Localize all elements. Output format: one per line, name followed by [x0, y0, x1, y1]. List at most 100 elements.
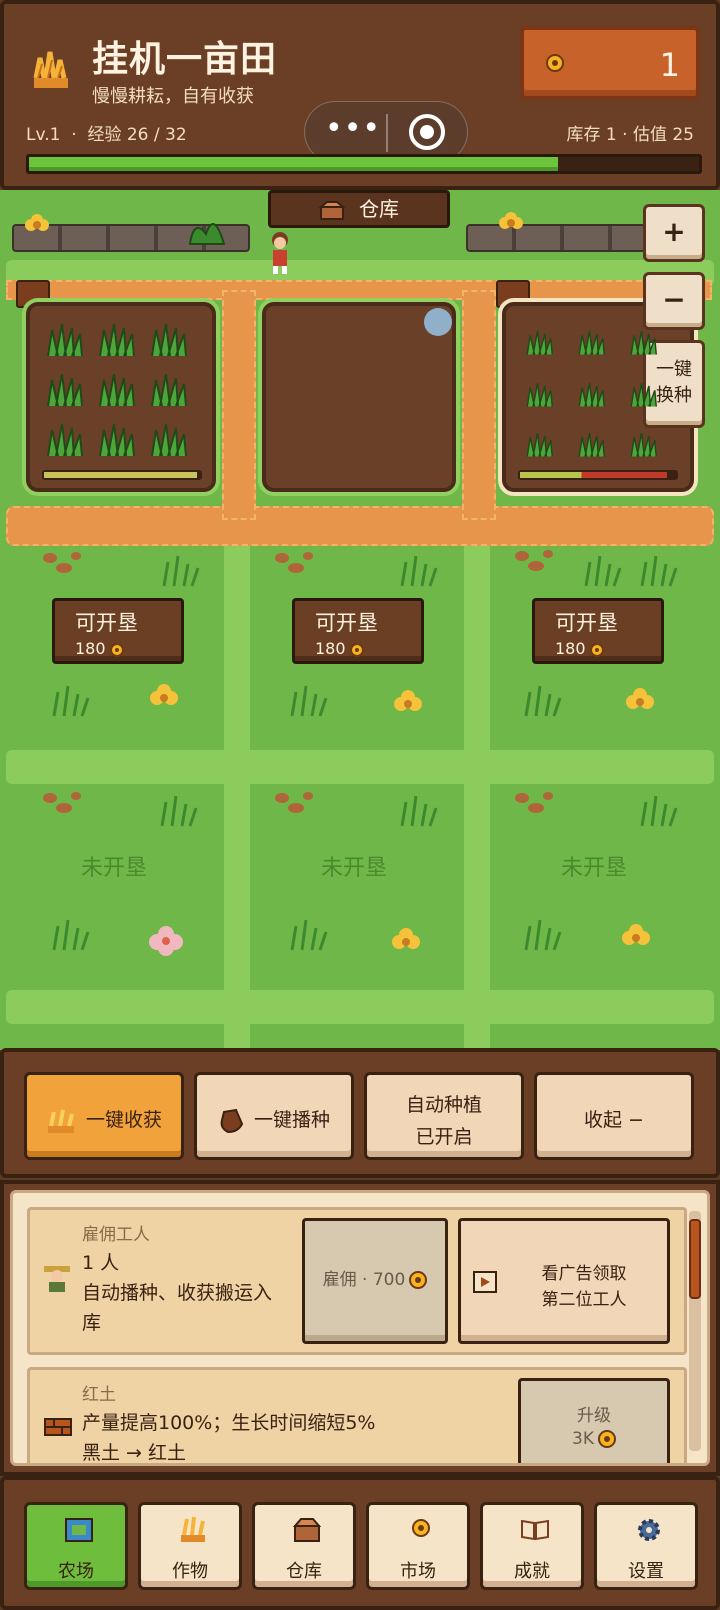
- crop-sprout-icon: [47, 423, 83, 457]
- coin-icon: [109, 642, 124, 657]
- soil-card: 红土 产量提高100%；生长时间缩短5% 黑土 → 红土 升级 3K: [27, 1367, 687, 1463]
- rocks-icon: [515, 792, 553, 813]
- plot-3-growth-fill: [520, 472, 667, 478]
- zoom-in-button[interactable]: +: [643, 204, 705, 262]
- farmer-character-icon[interactable]: [266, 230, 294, 276]
- grass-tuft-icon: [640, 795, 678, 827]
- box-icon: [318, 200, 346, 220]
- locked-plot-1-label[interactable]: 未开垦: [14, 850, 214, 882]
- crop-sprout-icon: [99, 423, 135, 457]
- nav-crops-label: 作物: [172, 1561, 208, 1582]
- grass-path-vertical-1: [224, 520, 250, 1050]
- level-and-xp: Lv.1 · 经验 26 / 32: [26, 125, 187, 145]
- stone-wall-right: [466, 224, 646, 252]
- yellow-flower-icon: [499, 212, 523, 229]
- panel-scrollbar[interactable]: [689, 1211, 701, 1451]
- auto-plant-toggle[interactable]: 自动种植 已开启: [364, 1072, 524, 1160]
- upgrade-panel-scroll[interactable]: 雇佣工人 1 人 自动播种、收获搬运入 库 雇佣 · 700 看广告领取 第二位…: [10, 1190, 710, 1466]
- cultivate-sign-2[interactable]: 可开垦 180: [292, 598, 424, 664]
- flower-icon: [392, 928, 420, 949]
- cultivate-sign-2-price: 180: [315, 639, 364, 658]
- hire-worker-button[interactable]: 雇佣 · 700: [302, 1218, 448, 1344]
- nav-settings-label: 设置: [628, 1561, 664, 1582]
- worker-desc-1: 自动播种、收获搬运入: [82, 1282, 273, 1304]
- grass-tuft-icon: [290, 685, 328, 717]
- farm-field[interactable]: 仓库 + − 一键 换种 可开垦 180 可开垦 180 可开垦 180 未开垦…: [0, 190, 720, 1050]
- crop-sprout-icon: [151, 373, 187, 407]
- coin-count: 1: [659, 46, 680, 84]
- upgrade-panel: 雇佣工人 1 人 自动播种、收获搬运入 库 雇佣 · 700 看广告领取 第二位…: [0, 1180, 720, 1476]
- nav-market[interactable]: 市场: [366, 1502, 470, 1590]
- rocks-icon: [43, 552, 81, 573]
- coin-icon: [412, 1519, 430, 1537]
- top-header: 挂机一亩田 慢慢耕耘，自有收获 1 Lv.1 · 经验 26 / 32 库存 1…: [0, 0, 720, 190]
- nav-crops[interactable]: 作物: [138, 1502, 242, 1590]
- grass-tuft-icon: [162, 555, 200, 587]
- locked-plot-3-label[interactable]: 未开垦: [494, 850, 694, 882]
- plot-1-growth-fill: [44, 472, 197, 478]
- cultivate-sign-2-label: 可开垦: [315, 611, 378, 635]
- seed-bag-icon: [220, 1108, 244, 1133]
- grass-tuft-icon: [160, 795, 198, 827]
- collapse-button[interactable]: 收起 −: [534, 1072, 694, 1160]
- worker-count: 1 人: [82, 1252, 120, 1274]
- rocks-icon: [275, 792, 313, 813]
- upgrade-soil-button[interactable]: 升级 3K: [518, 1378, 670, 1463]
- grass-tuft-icon: [400, 555, 438, 587]
- watch-ad-worker-button[interactable]: 看广告领取 第二位工人: [458, 1218, 670, 1344]
- panel-scroll-thumb[interactable]: [689, 1219, 701, 1299]
- collapse-label: 收起 −: [584, 1109, 644, 1131]
- nav-achievements[interactable]: 成就: [480, 1502, 584, 1590]
- locked-plot-2-label[interactable]: 未开垦: [254, 850, 454, 882]
- crop-sprout-icon: [578, 330, 605, 355]
- upgrade-soil-label: 升级: [577, 1406, 611, 1426]
- coin-icon: [589, 642, 604, 657]
- grass-path-horizontal-1: [6, 750, 714, 784]
- nav-settings[interactable]: 设置: [594, 1502, 698, 1590]
- nav-warehouse[interactable]: 仓库: [252, 1502, 356, 1590]
- video-play-icon: [473, 1271, 497, 1293]
- touch-indicator: [424, 308, 452, 336]
- coin-icon: [349, 642, 364, 657]
- crop-sprout-icon: [526, 330, 553, 355]
- action-bar: 一键收获 一键播种 自动种植 已开启 收起 −: [0, 1048, 720, 1178]
- rocks-icon: [43, 792, 81, 813]
- worker-card: 雇佣工人 1 人 自动播种、收获搬运入 库 雇佣 · 700 看广告领取 第二位…: [27, 1207, 687, 1355]
- hire-worker-label: 雇佣 · 700: [322, 1270, 406, 1290]
- zoom-out-button[interactable]: −: [643, 272, 705, 330]
- grass-tuft-icon: [524, 685, 562, 717]
- harvest-all-button[interactable]: 一键收获: [24, 1072, 184, 1160]
- cultivate-sign-3[interactable]: 可开垦 180: [532, 598, 664, 664]
- grass-path-vertical-2: [464, 520, 490, 1050]
- coin-icon: [546, 54, 564, 72]
- map-icon: [65, 1518, 93, 1542]
- coin-icon: [597, 1430, 616, 1448]
- flower-icon: [394, 690, 422, 711]
- leafy-plant-icon: [188, 223, 226, 245]
- more-menu-icon[interactable]: •••: [325, 114, 381, 150]
- watch-ad-line1: 看广告领取: [541, 1264, 627, 1284]
- box-icon: [292, 1518, 322, 1542]
- crop-sprout-icon: [630, 432, 657, 457]
- crop-sprout-icon: [578, 432, 605, 457]
- nav-farm-label: 农场: [58, 1561, 94, 1582]
- coin-balance[interactable]: 1: [520, 26, 700, 100]
- nav-achievements-label: 成就: [514, 1561, 550, 1582]
- crop-sprout-icon: [526, 382, 553, 407]
- brick-soil-icon: [44, 1418, 72, 1436]
- plot-1-growth-bar: [42, 470, 202, 480]
- nav-farm[interactable]: 农场: [24, 1502, 128, 1590]
- soil-desc: 产量提高100%；生长时间缩短5%: [82, 1412, 376, 1434]
- crop-sprout-icon: [578, 382, 605, 407]
- cultivate-sign-1-price: 180: [75, 639, 124, 658]
- crop-sprout-icon: [47, 373, 83, 407]
- crop-sprout-icon: [630, 330, 657, 355]
- warehouse-tag[interactable]: 仓库: [268, 190, 450, 228]
- gear-icon: [638, 1519, 660, 1541]
- close-miniprogram-icon[interactable]: [409, 114, 445, 150]
- sow-all-button[interactable]: 一键播种: [194, 1072, 354, 1160]
- game-subtitle: 慢慢耕耘，自有收获: [92, 86, 254, 107]
- nav-market-label: 市场: [400, 1561, 436, 1582]
- warehouse-label: 仓库: [359, 197, 399, 221]
- cultivate-sign-1[interactable]: 可开垦 180: [52, 598, 184, 664]
